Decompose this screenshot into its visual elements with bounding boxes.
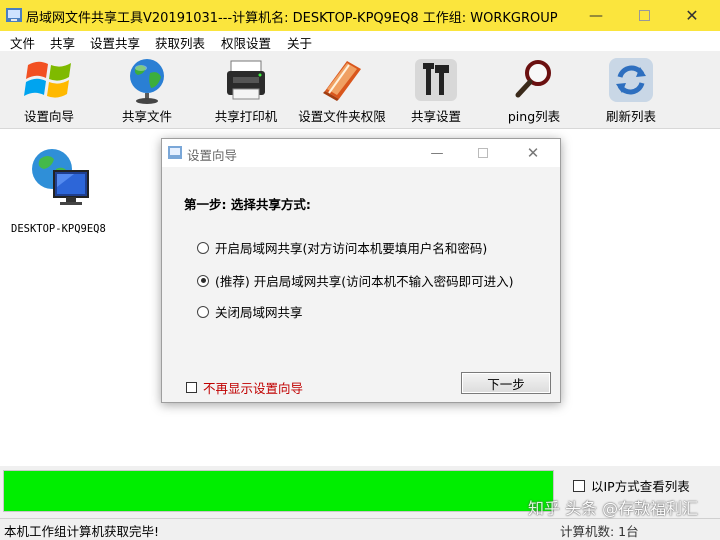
maximize-button[interactable] [620,0,668,31]
network-computer-icon [32,149,89,205]
watermark: 知乎 头条 @存款福利汇 [528,499,699,518]
globe-icon [130,59,164,104]
radio-button-selected[interactable] [197,274,209,287]
menu-permissions[interactable]: 权限设置 [221,33,271,52]
window-title: 局域网文件共享工具V20191031---计算机名: DESKTOP-KPQ9E… [26,11,558,26]
next-step-button[interactable]: 下一步 [461,372,551,394]
printer-icon [227,60,265,100]
option-password-share[interactable]: 开启局域网共享(对方访问本机要填用户名和密码) [197,238,487,257]
toolbar: 设置向导 共享文件 共享打印机 设置文件夹权限 共享设置 ping列表 刷新列表 [0,51,720,129]
maximize-icon [478,148,488,158]
status-message: 本机工作组计算机获取完毕! [4,524,160,539]
menu-share[interactable]: 共享 [50,33,75,52]
menu-get-list[interactable]: 获取列表 [155,33,205,52]
toolbar-label: 刷新列表 [605,109,657,124]
refresh-icon [609,58,653,102]
menu-share-settings[interactable]: 设置共享 [90,33,140,52]
toolbar-share-printer-button[interactable]: 共享打印机 [212,51,280,128]
dialog-heading: 第一步: 选择共享方式: [184,197,311,212]
setup-wizard-dialog: 设置向导 — ✕ 第一步: 选择共享方式: 开启局域网共享(对方访问本机要填用户… [161,138,561,403]
option-label: (推荐) 开启局域网共享(访问本机不输入密码即可进入) [215,274,514,289]
tools-icon [415,59,457,101]
menu-file[interactable]: 文件 [10,33,35,52]
toolbar-label: 共享设置 [410,109,462,124]
computer-name: DESKTOP-KPQ9EQ8 [11,223,106,235]
dialog-title: 设置向导 [187,148,238,163]
computer-count: 计算机数: 1台 [560,524,639,539]
computer-item[interactable]: DESKTOP-KPQ9EQ8 [10,139,120,235]
minimize-icon: — [430,145,444,161]
minimize-button[interactable]: — [572,0,620,31]
magnifier-icon [515,60,551,98]
option-label: 开启局域网共享(对方访问本机要填用户名和密码) [215,241,488,256]
checkbox[interactable] [186,382,197,393]
status-bar: 本机工作组计算机获取完毕! 计算机数: 1台 [0,518,720,540]
dialog-maximize-button[interactable] [460,139,506,167]
minimize-icon: — [589,7,603,24]
close-icon: ✕ [526,144,540,162]
toolbar-label: 共享文件 [121,109,173,124]
toolbar-folder-permissions-button[interactable]: 设置文件夹权限 [298,51,386,128]
menu-about[interactable]: 关于 [287,33,312,52]
toolbar-share-file-button[interactable]: 共享文件 [118,51,176,128]
toolbar-label: 共享打印机 [214,109,278,124]
close-button[interactable]: ✕ [668,0,716,31]
toolbar-label: 设置文件夹权限 [298,109,386,124]
view-by-ip-label: 以IP方式查看列表 [591,479,690,494]
checkbox[interactable] [573,479,585,492]
view-by-ip-checkbox[interactable]: 以IP方式查看列表 [573,476,690,495]
dialog-close-button[interactable]: ✕ [510,139,556,167]
progress-bar [3,470,554,512]
toolbar-label: 设置向导 [23,109,75,124]
progress-fill [4,471,553,511]
toolbar-setup-wizard-button[interactable]: 设置向导 [20,51,78,128]
close-icon: ✕ [685,6,699,25]
radio-button[interactable] [197,305,209,318]
maximize-icon [638,10,650,21]
app-window: 局域网文件共享工具V20191031---计算机名: DESKTOP-KPQ9E… [0,0,720,540]
toolbar-share-settings-button[interactable]: 共享设置 [408,51,464,128]
menu-bar: 文件 共享 设置共享 获取列表 权限设置 关于 [0,31,720,51]
toolbar-refresh-list-button[interactable]: 刷新列表 [602,51,660,128]
option-open-share-recommended[interactable]: (推荐) 开启局域网共享(访问本机不输入密码即可进入) [197,271,513,290]
app-icon [6,8,22,22]
dont-show-wizard-checkbox[interactable]: 不再显示设置向导 [186,378,303,397]
dialog-app-icon [168,146,182,159]
dialog-minimize-button[interactable]: — [414,139,460,167]
windows-flag-icon [24,61,71,98]
folder-book-icon [323,61,361,101]
radio-button[interactable] [197,241,209,254]
toolbar-ping-list-button[interactable]: ping列表 [506,51,562,128]
dialog-title-bar: 设置向导 — ✕ [162,139,560,167]
option-label: 关闭局域网共享 [215,305,303,320]
title-bar: 局域网文件共享工具V20191031---计算机名: DESKTOP-KPQ9E… [0,0,720,31]
option-disable-share[interactable]: 关闭局域网共享 [197,302,303,321]
toolbar-label: ping列表 [507,109,561,124]
dont-show-wizard-label: 不再显示设置向导 [203,381,304,396]
